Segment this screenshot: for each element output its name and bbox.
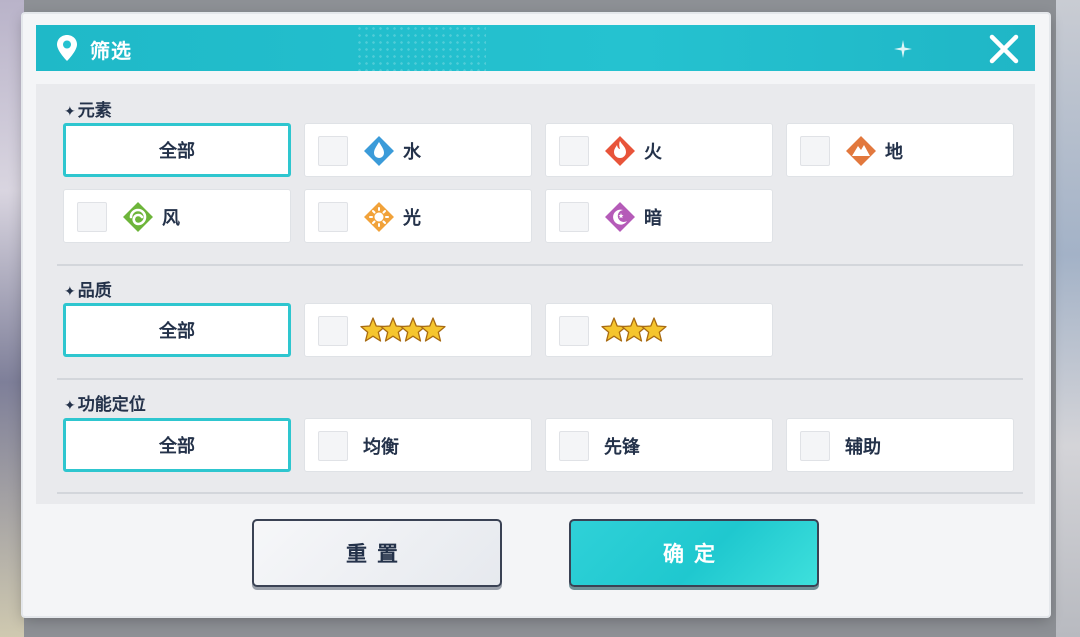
checkbox[interactable] (559, 202, 589, 232)
sun-icon (362, 200, 396, 234)
water-drop-icon (362, 134, 396, 168)
element-option-water[interactable]: 水 (304, 123, 532, 177)
mountain-icon (844, 134, 878, 168)
sparkle-icon (894, 40, 912, 58)
element-option-wind[interactable]: 风 (63, 189, 291, 243)
section-title-role: ✦ 功能定位 (64, 395, 146, 415)
checkbox[interactable] (77, 202, 107, 232)
element-option-earth[interactable]: 地 (786, 123, 1014, 177)
section-divider (57, 378, 1023, 380)
role-option-all[interactable]: 全部 (63, 418, 291, 472)
section-star-icon: ✦ (64, 284, 76, 300)
reset-button[interactable]: 重置 (252, 519, 502, 587)
background-left (0, 0, 24, 637)
checkbox[interactable] (559, 431, 589, 461)
wind-swirl-icon (121, 200, 155, 234)
element-option-fire[interactable]: 火 (545, 123, 773, 177)
checkbox[interactable] (559, 136, 589, 166)
checkbox[interactable] (800, 431, 830, 461)
star-icon (420, 317, 446, 342)
checkbox[interactable] (318, 202, 348, 232)
role-option-vanguard[interactable]: 先锋 (545, 418, 773, 472)
confirm-button[interactable]: 确定 (569, 519, 819, 587)
section-divider (57, 492, 1023, 494)
checkbox[interactable] (318, 431, 348, 461)
quality-option-all[interactable]: 全部 (63, 303, 291, 357)
checkbox[interactable] (559, 316, 589, 346)
element-option-light[interactable]: 光 (304, 189, 532, 243)
checkbox[interactable] (318, 136, 348, 166)
section-title-quality: ✦ 品质 (64, 281, 112, 301)
checkbox[interactable] (800, 136, 830, 166)
role-option-balanced[interactable]: 均衡 (304, 418, 532, 472)
role-option-support[interactable]: 辅助 (786, 418, 1014, 472)
dialog-header: 筛选 (36, 25, 1035, 71)
close-icon[interactable] (986, 31, 1022, 67)
section-star-icon: ✦ (64, 398, 76, 414)
background-right (1056, 0, 1080, 637)
filter-content: ✦ 元素 全部 水 火 地 风 光 暗 ✦ 品质 全部 ✦ 功能定位 全部 均衡… (36, 84, 1035, 504)
star-rating (360, 316, 446, 346)
star-icon (641, 317, 667, 342)
element-option-dark[interactable]: 暗 (545, 189, 773, 243)
quality-option-3-star[interactable] (545, 303, 773, 357)
section-star-icon: ✦ (64, 104, 76, 120)
star-rating (601, 316, 667, 346)
moon-icon (603, 200, 637, 234)
flame-icon (603, 134, 637, 168)
header-pattern (356, 25, 486, 71)
section-divider (57, 264, 1023, 266)
checkbox[interactable] (318, 316, 348, 346)
filter-dialog: 筛选 ✦ 元素 全部 水 火 地 风 光 暗 ✦ 品质 全部 ✦ 功能定位 全部… (23, 14, 1049, 616)
element-option-all[interactable]: 全部 (63, 123, 291, 177)
dialog-title: 筛选 (90, 39, 132, 63)
section-title-element: ✦ 元素 (64, 101, 112, 121)
quality-option-4-star[interactable] (304, 303, 532, 357)
location-pin-icon (57, 35, 77, 61)
